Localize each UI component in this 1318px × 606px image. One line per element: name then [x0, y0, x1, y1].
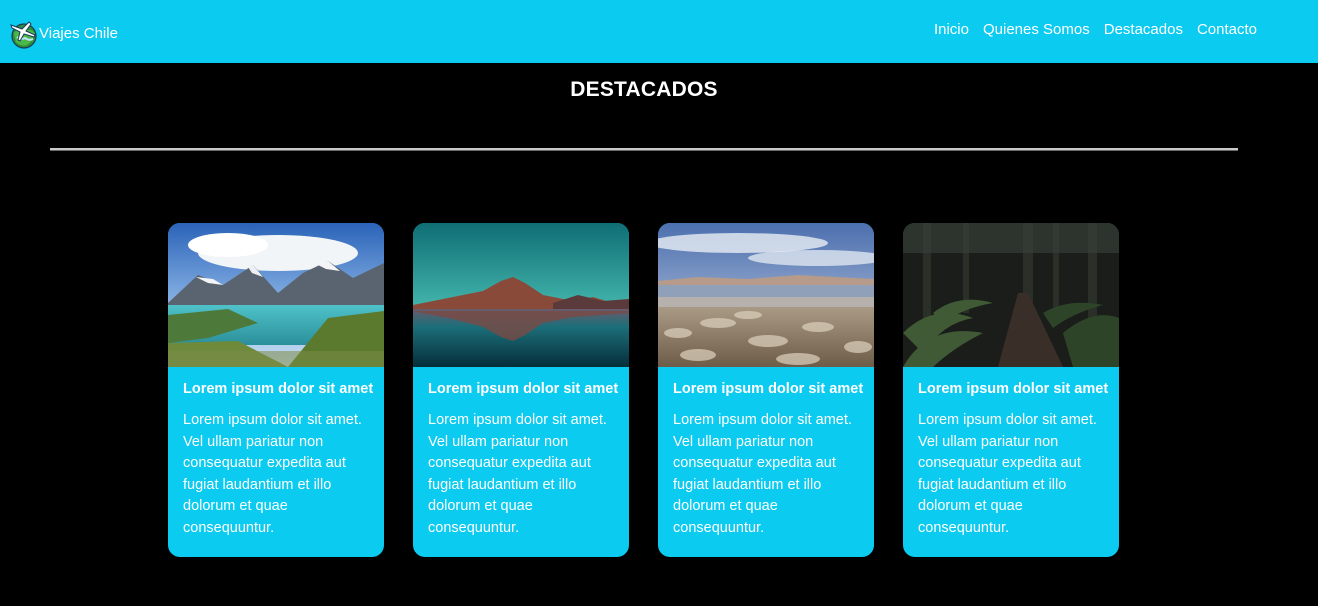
card-text: Lorem ipsum dolor sit amet. Vel ullam pa…	[183, 412, 362, 536]
card-title: Lorem ipsum dolor sit amet	[918, 381, 1109, 397]
section-title: DESTACADOS	[570, 78, 718, 101]
card-text: Lorem ipsum dolor sit amet. Vel ullam pa…	[918, 412, 1097, 536]
nav-link-destacados[interactable]: Destacados	[1104, 21, 1183, 38]
card[interactable]: Lorem ipsum dolor sit amet Lorem ipsum d…	[413, 223, 629, 557]
card-body: Lorem ipsum dolor sit amet Lorem ipsum d…	[658, 367, 874, 540]
volcano-reflection-photo	[413, 223, 629, 367]
card-title: Lorem ipsum dolor sit amet	[183, 381, 374, 397]
card-body: Lorem ipsum dolor sit amet Lorem ipsum d…	[168, 367, 384, 540]
card-title: Lorem ipsum dolor sit amet	[673, 381, 864, 397]
brand-name: Viajes Chile	[39, 24, 118, 42]
main-nav: Inicio Quienes Somos Destacados Contacto	[920, 21, 1257, 38]
card[interactable]: Lorem ipsum dolor sit amet Lorem ipsum d…	[903, 223, 1119, 557]
globe-plane-icon	[10, 21, 37, 49]
salt-flat-photo	[658, 223, 874, 367]
navbar: Viajes Chile Inicio Quienes Somos Destac…	[0, 0, 1318, 63]
mountain-lake-photo	[168, 223, 384, 367]
card-body: Lorem ipsum dolor sit amet Lorem ipsum d…	[903, 367, 1119, 540]
nav-link-inicio[interactable]: Inicio	[934, 21, 969, 38]
card[interactable]: Lorem ipsum dolor sit amet Lorem ipsum d…	[168, 223, 384, 557]
card-body: Lorem ipsum dolor sit amet Lorem ipsum d…	[413, 367, 629, 540]
card-text: Lorem ipsum dolor sit amet. Vel ullam pa…	[428, 412, 607, 536]
nav-link-quienes-somos[interactable]: Quienes Somos	[983, 21, 1090, 38]
nav-link-contacto[interactable]: Contacto	[1197, 21, 1257, 38]
card[interactable]: Lorem ipsum dolor sit amet Lorem ipsum d…	[658, 223, 874, 557]
card-text: Lorem ipsum dolor sit amet. Vel ullam pa…	[673, 412, 852, 536]
brand-link[interactable]: Viajes Chile	[9, 15, 118, 51]
featured-cards: Lorem ipsum dolor sit amet Lorem ipsum d…	[168, 223, 1119, 557]
forest-path-photo	[903, 223, 1119, 367]
card-title: Lorem ipsum dolor sit amet	[428, 381, 619, 397]
section-divider	[50, 148, 1238, 151]
